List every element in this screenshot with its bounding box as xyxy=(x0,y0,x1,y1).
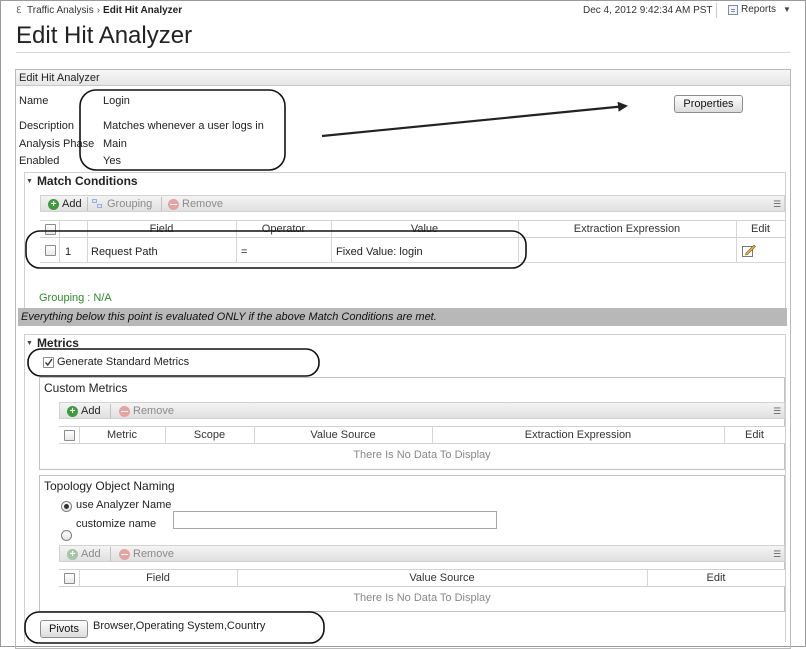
arrow-to-properties xyxy=(321,101,628,138)
callout-condition-row xyxy=(25,230,527,269)
callout-standard-metrics xyxy=(27,348,320,377)
annotation-overlay xyxy=(24,89,628,644)
callout-pivots xyxy=(24,611,325,644)
callout-properties xyxy=(79,89,286,171)
